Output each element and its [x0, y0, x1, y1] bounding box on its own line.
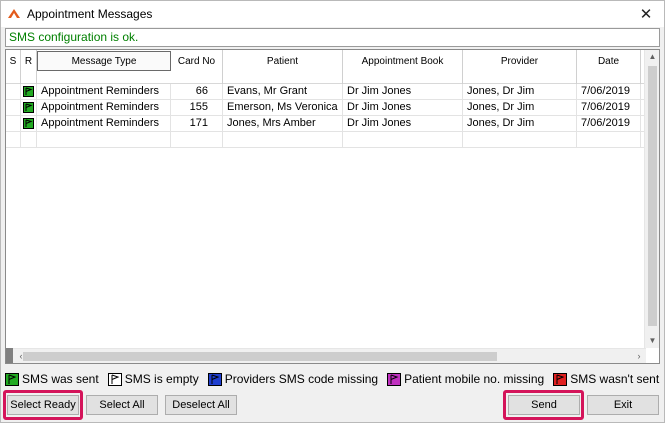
- scroll-right-icon[interactable]: ›: [632, 349, 646, 363]
- send-button[interactable]: Send: [508, 395, 580, 415]
- provider-cell: Jones, Dr Jim: [463, 84, 577, 100]
- appointment-book-cell: Dr Jim Jones: [343, 100, 463, 116]
- column-header-patient[interactable]: Patient: [223, 50, 343, 84]
- horizontal-scroll-thumb[interactable]: [23, 352, 497, 361]
- green-flag-icon: [23, 85, 34, 97]
- horizontal-scrollbar[interactable]: ‹ ›: [6, 348, 646, 363]
- select-cell[interactable]: [6, 84, 21, 100]
- red-flag-icon: [553, 372, 568, 386]
- legend-label: Providers SMS code missing: [224, 372, 379, 386]
- title-bar: Appointment Messages ✕: [1, 1, 664, 27]
- table-row[interactable]: Appointment Reminders 155 Emerson, Ms Ve…: [6, 100, 654, 116]
- date-cell: 7/06/2019: [577, 116, 641, 132]
- scrollbar-corner: [6, 348, 13, 363]
- card-no-cell: 155: [171, 100, 223, 116]
- status-message: SMS configuration is ok.: [5, 28, 660, 47]
- column-header-card-no[interactable]: Card No: [171, 50, 223, 84]
- blue-flag-icon: [207, 372, 222, 386]
- magenta-flag-icon: [387, 372, 402, 386]
- select-cell[interactable]: [6, 100, 21, 116]
- column-header-s[interactable]: S: [6, 50, 21, 84]
- date-cell: 7/06/2019: [577, 84, 641, 100]
- window-title: Appointment Messages: [27, 7, 153, 21]
- card-no-cell: 171: [171, 116, 223, 132]
- app-logo-icon: [8, 9, 20, 18]
- message-type-cell: Appointment Reminders: [37, 100, 171, 116]
- date-cell: 7/06/2019: [577, 100, 641, 116]
- ready-cell: [21, 100, 37, 116]
- deselect-all-button[interactable]: Deselect All: [165, 395, 237, 415]
- table-row[interactable]: Appointment Reminders 66 Evans, Mr Grant…: [6, 84, 654, 100]
- empty-cell: [21, 132, 37, 148]
- ready-cell: [21, 116, 37, 132]
- table-row[interactable]: Appointment Reminders 171 Jones, Mrs Amb…: [6, 116, 654, 132]
- empty-cell: [171, 132, 223, 148]
- legend-label: SMS was sent: [22, 372, 99, 386]
- empty-cell: [463, 132, 577, 148]
- message-type-cell: Appointment Reminders: [37, 84, 171, 100]
- column-header-date[interactable]: Date: [577, 50, 641, 84]
- legend-provider-code-missing: Providers SMS code missing: [207, 372, 379, 386]
- patient-cell: Evans, Mr Grant: [223, 84, 343, 100]
- exit-button[interactable]: Exit: [587, 395, 659, 415]
- vertical-scroll-thumb[interactable]: [648, 66, 657, 326]
- vertical-scrollbar[interactable]: ▲ ▼: [644, 50, 659, 348]
- empty-cell: [343, 132, 463, 148]
- legend-label: SMS is empty: [124, 372, 199, 386]
- empty-row: [6, 132, 654, 148]
- scroll-up-icon[interactable]: ▲: [645, 50, 659, 64]
- provider-cell: Jones, Dr Jim: [463, 116, 577, 132]
- green-flag-icon: [23, 101, 34, 113]
- select-cell[interactable]: [6, 116, 21, 132]
- legend-label: Patient mobile no. missing: [404, 372, 545, 386]
- green-flag-icon: [5, 372, 19, 386]
- messages-table[interactable]: S R Message Type Card No Patient Appoint…: [5, 49, 660, 364]
- legend-label: SMS wasn't sent: [570, 372, 660, 386]
- patient-cell: Emerson, Ms Veronica: [223, 100, 343, 116]
- close-button[interactable]: ✕: [636, 4, 656, 24]
- legend-not-sent: SMS wasn't sent: [553, 372, 659, 386]
- empty-cell: [37, 132, 171, 148]
- empty-cell: [6, 132, 21, 148]
- provider-cell: Jones, Dr Jim: [463, 100, 577, 116]
- column-header-provider[interactable]: Provider: [463, 50, 577, 84]
- select-ready-button[interactable]: Select Ready: [7, 395, 79, 415]
- legend-sent: SMS was sent: [5, 372, 99, 386]
- ready-cell: [21, 84, 37, 100]
- card-no-cell: 66: [171, 84, 223, 100]
- column-header-r[interactable]: R: [21, 50, 37, 84]
- empty-cell: [223, 132, 343, 148]
- table-header: S R Message Type Card No Patient Appoint…: [6, 50, 654, 84]
- close-icon: ✕: [639, 6, 653, 23]
- column-header-message-type[interactable]: Message Type: [37, 51, 171, 71]
- appointment-messages-window: Appointment Messages ✕ SMS configuration…: [0, 0, 665, 423]
- scroll-down-icon[interactable]: ▼: [645, 334, 659, 348]
- legend-empty: SMS is empty: [107, 372, 199, 386]
- legend-mobile-missing: Patient mobile no. missing: [387, 372, 544, 386]
- status-legend: SMS was sent SMS is empty Providers SMS …: [5, 371, 660, 387]
- green-flag-icon: [23, 117, 34, 129]
- empty-cell: [577, 132, 641, 148]
- table-body: Appointment Reminders 66 Evans, Mr Grant…: [6, 84, 654, 148]
- appointment-book-cell: Dr Jim Jones: [343, 84, 463, 100]
- select-all-button[interactable]: Select All: [86, 395, 158, 415]
- message-type-cell: Appointment Reminders: [37, 116, 171, 132]
- appointment-book-cell: Dr Jim Jones: [343, 116, 463, 132]
- patient-cell: Jones, Mrs Amber: [223, 116, 343, 132]
- column-header-appointment-book[interactable]: Appointment Book: [343, 50, 463, 84]
- white-flag-icon: [107, 372, 122, 386]
